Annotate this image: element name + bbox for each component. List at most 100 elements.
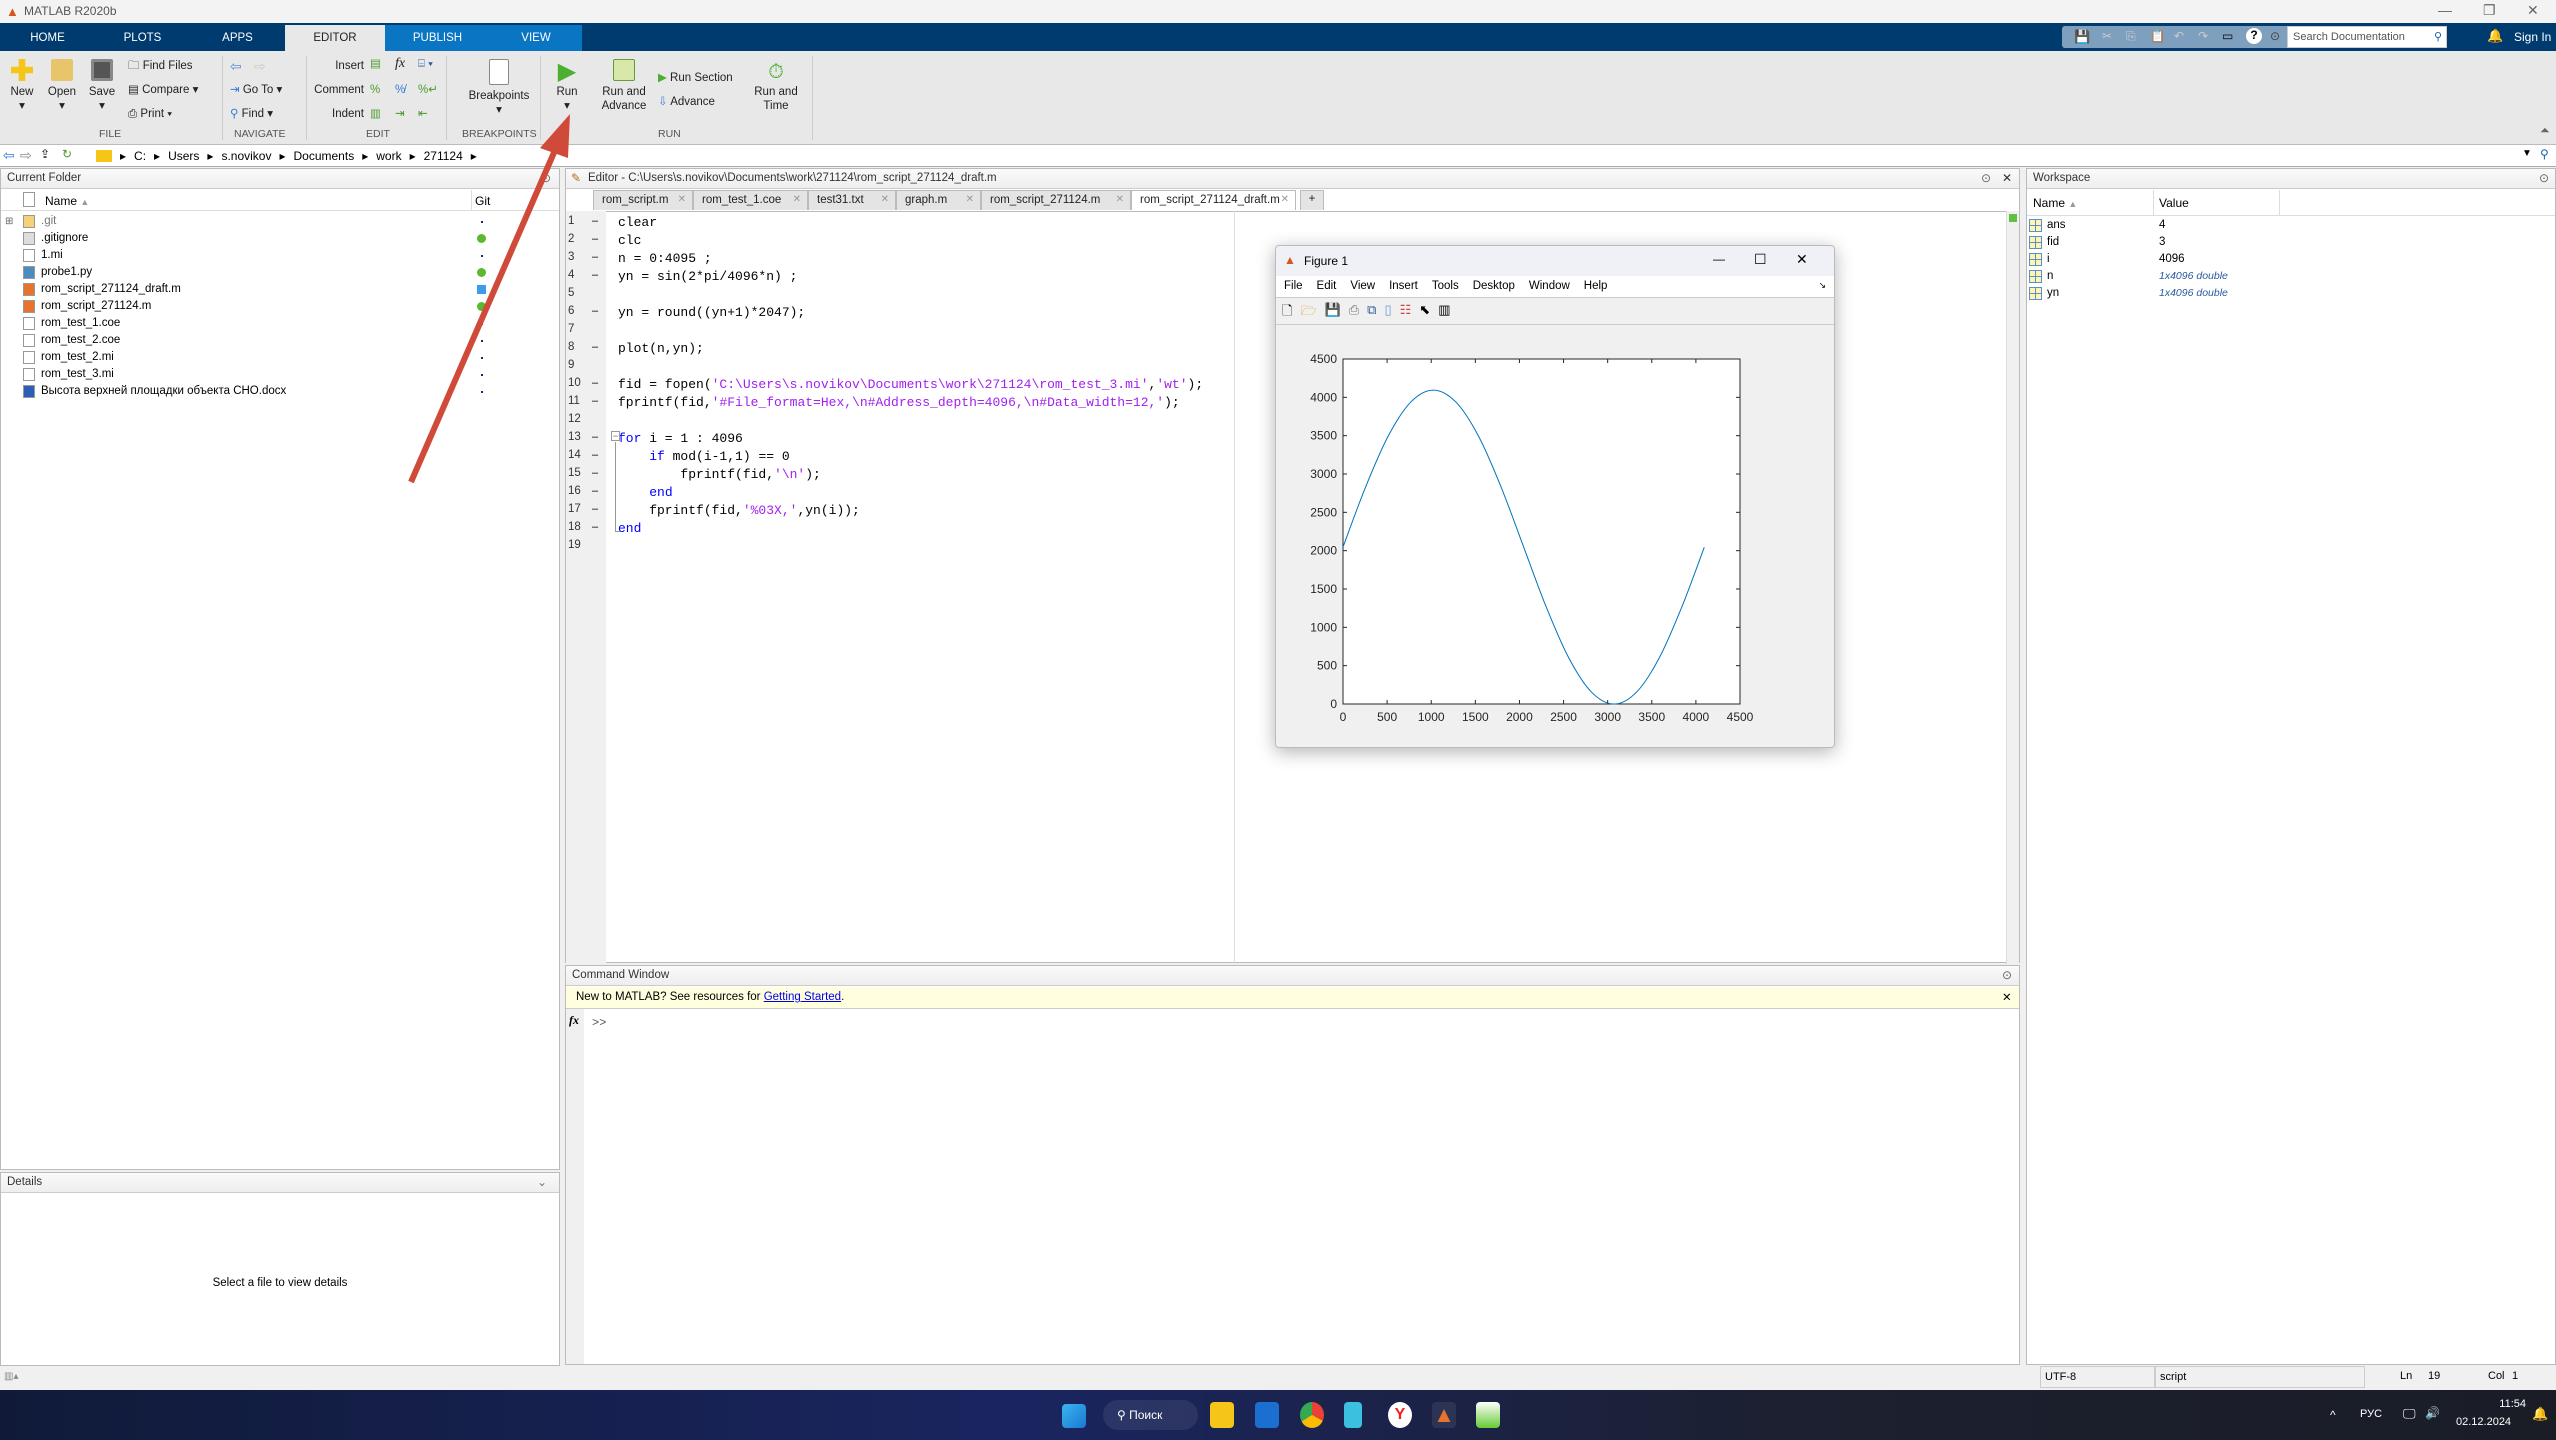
file-list-item[interactable]: ⊞ .git [1, 213, 559, 230]
save-figure-icon[interactable]: 💾 [1325, 302, 1341, 320]
menu-file[interactable]: File [1284, 280, 1303, 293]
panel-actions-icon[interactable]: ⊙ [1981, 171, 1991, 185]
outlook-icon[interactable] [1255, 1402, 1279, 1428]
yandex-browser-icon[interactable]: Y [1388, 1402, 1412, 1428]
search-documentation-input[interactable]: Search Documentation ⚲ [2287, 26, 2447, 48]
link-plot-icon[interactable]: ⧉ [1367, 302, 1376, 320]
status-bar-menu-icon[interactable]: ▥▴ [4, 1371, 18, 1382]
address-dropdown-icon[interactable]: ▼ [2522, 148, 2532, 159]
breakpoint-marker[interactable]: – [592, 215, 598, 227]
uncomment-icon[interactable]: %̸ [395, 83, 405, 97]
smart-indent-icon[interactable]: ▥ [370, 107, 381, 121]
comment-icon[interactable]: % [370, 83, 380, 97]
panel-actions-icon[interactable]: ⊙ [541, 171, 551, 185]
cut-icon[interactable]: ✂ [2102, 29, 2112, 43]
function-browser-icon[interactable]: fx [566, 1009, 584, 1032]
network-icon[interactable]: 🖵 [2403, 1406, 2416, 1422]
close-editor-icon[interactable]: ✕ [2002, 171, 2012, 185]
new-tab-button[interactable]: + [1300, 190, 1324, 210]
file-list-item[interactable]: rom_test_2.coe [1, 332, 559, 349]
git-column-header[interactable]: Git [475, 194, 490, 208]
menu-help[interactable]: Help [1584, 280, 1608, 293]
chrome-icon[interactable] [1300, 1402, 1324, 1428]
close-tab-icon[interactable]: ✕ [966, 194, 974, 205]
switch-windows-icon[interactable]: ▭ [2222, 29, 2233, 43]
figure-title-bar[interactable]: ▲ Figure 1 — ☐ ✕ [1276, 246, 1834, 276]
breadcrumb-item[interactable]: Documents [294, 149, 355, 163]
breakpoint-marker[interactable]: – [592, 467, 598, 479]
help-icon[interactable]: ? [2246, 28, 2262, 44]
breadcrumb-item[interactable]: s.novikov [221, 149, 271, 163]
workspace-variable-row[interactable]: n 1x4096 double [2027, 268, 2555, 285]
editor-scrollbar[interactable] [2006, 211, 2019, 964]
workspace-variable-row[interactable]: i 4096 [2027, 251, 2555, 268]
save-icon[interactable]: 💾 [2074, 29, 2090, 45]
getting-started-link[interactable]: Getting Started [764, 991, 841, 1003]
notifications-icon[interactable]: 🔔 [2532, 1406, 2548, 1422]
breadcrumb-item[interactable]: Users [168, 149, 199, 163]
file-list-item[interactable]: rom_test_3.mi [1, 366, 559, 383]
workspace-variable-row[interactable]: ans 4 [2027, 217, 2555, 234]
advance-button[interactable]: ⇩ Advance [658, 95, 715, 109]
minimize-button[interactable]: — [2438, 2, 2452, 18]
decrease-indent-icon[interactable]: ⇤ [418, 107, 428, 121]
file-list-item[interactable]: rom_script_271124_draft.m [1, 281, 559, 298]
breadcrumb-item[interactable]: C: [134, 149, 146, 163]
paste-icon[interactable]: 📋 [2150, 29, 2165, 43]
command-prompt[interactable]: >> [592, 1016, 606, 1030]
show-hidden-icons[interactable]: ^ [2330, 1408, 2336, 1422]
editor-tab[interactable]: test31.txt ✕ [808, 190, 896, 210]
figure-minimize-button[interactable]: — [1713, 252, 1725, 266]
file-list-item[interactable]: probe1.py [1, 264, 559, 281]
forward-icon[interactable]: ⇨ [254, 59, 266, 73]
new-button[interactable]: New ▾ [6, 59, 38, 113]
value-column-header[interactable]: Value [2159, 196, 2189, 210]
breakpoints-button[interactable]: Breakpoints ▾ [462, 59, 536, 117]
close-tab-icon[interactable]: ✕ [881, 194, 889, 205]
editor-tab[interactable]: rom_script_271124.m ✕ [981, 190, 1131, 210]
breakpoint-marker[interactable]: – [592, 305, 598, 317]
undo-icon[interactable]: ↶ [2174, 29, 2184, 43]
compare-button[interactable]: ▤ Compare ▾ [128, 83, 198, 97]
expand-icon[interactable]: ⊞ [5, 213, 13, 230]
breakpoint-marker[interactable]: – [592, 377, 598, 389]
wrap-comments-icon[interactable]: %↵ [418, 83, 438, 97]
code-analyzer-status-icon[interactable] [2009, 214, 2017, 222]
volume-icon[interactable]: 🔊 [2425, 1406, 2440, 1420]
close-tab-icon[interactable]: ✕ [793, 194, 801, 205]
find-files-button[interactable]: 🗀 Find Files [128, 59, 193, 73]
file-list-item[interactable]: Высота верхней площадки объекта СНО.docx [1, 383, 559, 400]
chevron-down-icon[interactable]: ⌄ [537, 1175, 547, 1189]
close-tab-icon[interactable]: ✕ [1281, 194, 1289, 205]
menu-edit[interactable]: Edit [1317, 280, 1337, 293]
search-icon[interactable]: ⚲ [2434, 30, 2442, 43]
redo-icon[interactable]: ↷ [2198, 29, 2208, 43]
tab-apps[interactable]: APPS [190, 25, 285, 51]
insert-colorbar-icon[interactable]: ▯ [1384, 302, 1391, 320]
panel-actions-icon[interactable]: ⊙ [2002, 968, 2012, 982]
property-inspector-icon[interactable]: ▥ [1438, 302, 1450, 320]
tab-view[interactable]: VIEW [490, 25, 582, 51]
breakpoint-marker[interactable]: – [592, 269, 598, 281]
notepad-app-icon[interactable] [1476, 1402, 1500, 1428]
notification-bell-icon[interactable]: 🔔 [2487, 28, 2503, 44]
menu-tools[interactable]: Tools [1432, 280, 1459, 293]
file-list-item[interactable]: rom_script_271124.m [1, 298, 559, 315]
clock-time[interactable]: 11:54 [2490, 1398, 2526, 1410]
run-and-advance-button[interactable]: Run and Advance [596, 59, 652, 113]
breakpoint-marker[interactable]: – [592, 521, 598, 533]
close-tab-icon[interactable]: ✕ [678, 194, 686, 205]
sign-in-link[interactable]: Sign In [2514, 30, 2551, 44]
input-language[interactable]: РУС [2360, 1408, 2382, 1420]
figure-close-button[interactable]: ✕ [1796, 251, 1808, 268]
open-file-icon[interactable]: 🗁 [1300, 302, 1316, 320]
insert-fi-icon[interactable]: ⌸ ▾ [418, 57, 433, 71]
close-banner-icon[interactable]: ✕ [2002, 990, 2012, 1004]
file-explorer-icon[interactable] [1210, 1402, 1234, 1428]
matlab-taskbar-icon[interactable]: ▲ [1432, 1402, 1456, 1428]
insert-legend-icon[interactable]: ☷ [1400, 302, 1412, 320]
plot-area[interactable]: 0 500 1000 1500 2000 2500 3000 3500 4000 4500 0 500… [1276, 326, 1834, 746]
file-list-item[interactable]: rom_test_1.coe [1, 315, 559, 332]
menu-insert[interactable]: Insert [1389, 280, 1418, 293]
breakpoint-marker[interactable]: – [592, 233, 598, 245]
